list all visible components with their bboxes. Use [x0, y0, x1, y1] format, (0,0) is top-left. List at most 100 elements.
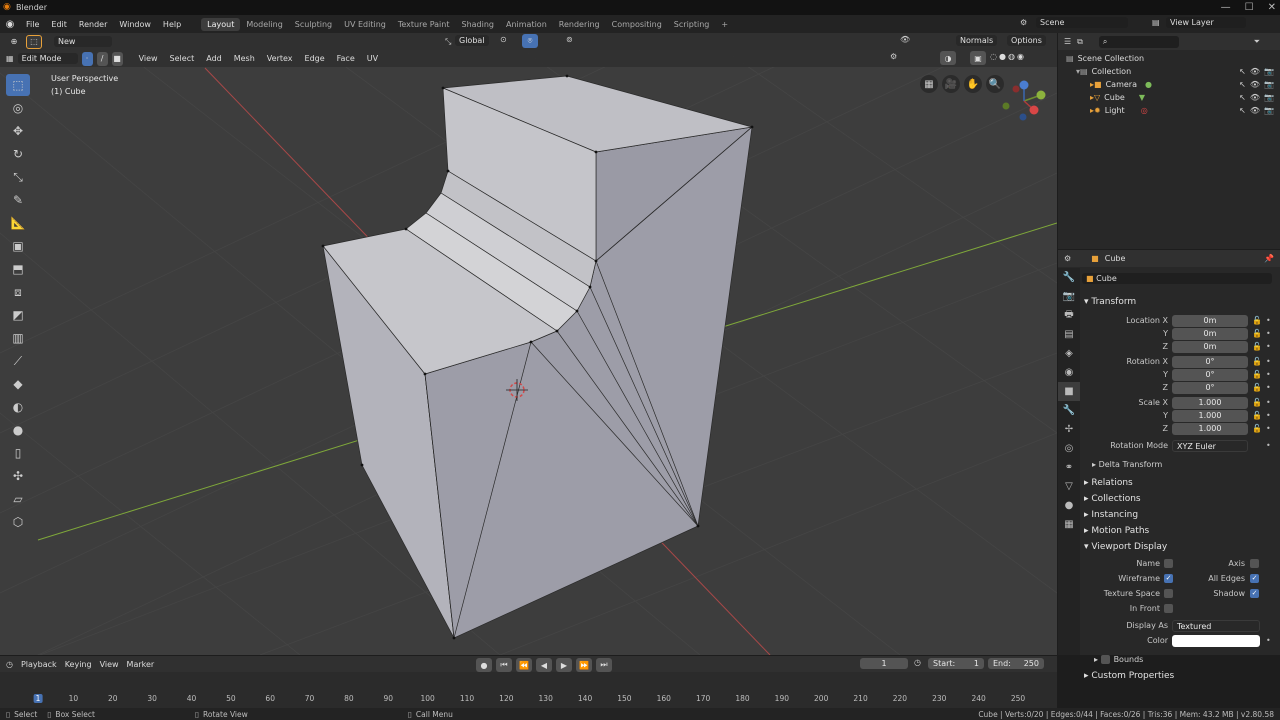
menu-select[interactable]: Select — [166, 54, 199, 63]
tab-shading[interactable]: Shading — [455, 18, 500, 31]
outliner-editor-icon[interactable]: ☰ — [1064, 37, 1071, 46]
view-object-types-icon[interactable]: ⚙ — [890, 52, 897, 61]
lock-icon[interactable]: 🔓 — [1252, 316, 1262, 325]
camera-view-icon[interactable]: 🎥 — [942, 75, 960, 93]
camera-render-icon[interactable]: 📷 — [1264, 93, 1274, 102]
add-workspace-icon[interactable]: + — [715, 18, 734, 31]
camera-render-icon[interactable]: 📷 — [1264, 80, 1274, 89]
scale-x-field[interactable]: 1.000 — [1172, 396, 1248, 409]
new-dropdown[interactable]: New — [54, 36, 112, 47]
scale-z-field[interactable]: 1.000 — [1172, 422, 1248, 435]
prev-keyframe-icon[interactable]: ⏪ — [516, 658, 532, 672]
menu-vertex[interactable]: Vertex — [263, 54, 297, 63]
texture-tab-icon[interactable]: ▦ — [1058, 515, 1080, 534]
edge-select-icon[interactable]: / — [96, 51, 108, 66]
play-icon[interactable]: ▶ — [556, 658, 572, 672]
menu-timeline-view[interactable]: View — [100, 660, 119, 669]
edge-slide-tool-icon[interactable]: ▯ — [6, 442, 30, 464]
vertex-select-icon[interactable]: · — [81, 51, 93, 66]
wireframe-checkbox[interactable]: ✓ — [1164, 574, 1173, 583]
eye-icon[interactable]: 👁 — [1250, 80, 1260, 89]
current-frame-field[interactable]: 1 — [860, 658, 908, 669]
shading-modes-icon[interactable]: ◌●◍◉ — [990, 52, 1026, 61]
next-keyframe-icon[interactable]: ⏩ — [576, 658, 592, 672]
menu-face[interactable]: Face — [333, 54, 359, 63]
properties-editor-icon[interactable]: ⚙ — [1064, 254, 1071, 263]
editor-type-icon[interactable]: ⊕ — [6, 35, 22, 49]
menu-help[interactable]: Help — [157, 20, 187, 29]
texture-space-checkbox[interactable] — [1164, 589, 1173, 598]
tab-modeling[interactable]: Modeling — [240, 18, 288, 31]
modifier-tab-icon[interactable]: 🔧 — [1058, 401, 1080, 420]
menu-render[interactable]: Render — [73, 20, 113, 29]
color-swatch[interactable] — [1172, 634, 1260, 647]
menu-keying[interactable]: Keying — [65, 660, 92, 669]
render-tab-icon[interactable]: 📷 — [1058, 287, 1080, 306]
object-tab-icon[interactable]: ■ — [1058, 382, 1080, 401]
constraints-tab-icon[interactable]: ⚭ — [1058, 458, 1080, 477]
face-select-icon[interactable]: ■ — [111, 51, 123, 66]
options-dropdown[interactable]: Options — [1007, 35, 1046, 46]
scene-field[interactable]: Scene — [1036, 17, 1128, 28]
menu-playback[interactable]: Playback — [21, 660, 57, 669]
grid-view-icon[interactable]: ▦ — [920, 75, 938, 93]
cursor-tool-icon[interactable]: ◎ — [6, 97, 30, 119]
world-tab-icon[interactable]: ◉ — [1058, 363, 1080, 382]
select-arrow-icon[interactable]: ↖ — [1239, 80, 1246, 89]
transform-header[interactable]: ▾ Transform — [1082, 294, 1278, 310]
eye-icon[interactable]: 👁 — [1250, 67, 1260, 76]
rotation-z-field[interactable]: 0° — [1172, 381, 1248, 394]
play-reverse-icon[interactable]: ◀ — [536, 658, 552, 672]
outliner-item-light[interactable]: ▸✹ Light ◎ ↖ 👁 📷 — [1058, 104, 1280, 117]
rotation-mode-dropdown[interactable]: XYZ Euler — [1172, 439, 1248, 452]
scale-tool-icon[interactable]: ⤡ — [6, 166, 30, 188]
axis-checkbox[interactable] — [1250, 559, 1259, 568]
mode-dropdown[interactable]: Edit Mode — [17, 53, 78, 64]
smooth-tool-icon[interactable]: ● — [6, 419, 30, 441]
pivot-icon[interactable]: ⊙ — [500, 35, 507, 44]
outliner-item-cube[interactable]: ▸▽ Cube ▼ ↖ 👁 📷 — [1058, 91, 1280, 104]
tool-tab-icon[interactable]: 🔧 — [1058, 268, 1080, 287]
data-tab-icon[interactable]: ▽ — [1058, 477, 1080, 496]
location-y-field[interactable]: 0m — [1172, 327, 1248, 340]
active-tool-icon[interactable]: ⬚ — [26, 34, 42, 49]
pin-icon[interactable]: 📌 — [1264, 254, 1274, 263]
3d-viewport[interactable]: ⬚ ◎ ✥ ↻ ⤡ ✎ 📐 ▣ ⬒ ⧈ ◩ ▥ ⟋ ◆ ◐ ● ▯ ✣ ▱ ⬡ … — [0, 33, 1057, 655]
select-arrow-icon[interactable]: ↖ — [1239, 106, 1246, 115]
start-frame-field[interactable]: Start: 1 — [928, 658, 984, 669]
overlays-icon[interactable]: ◑ — [940, 51, 956, 65]
tab-compositing[interactable]: Compositing — [606, 18, 668, 31]
bounds-checkbox[interactable] — [1100, 655, 1110, 664]
lock-icon[interactable]: 🔓 — [1252, 398, 1262, 407]
visibility-icon[interactable]: 👁 — [900, 35, 910, 44]
rip-region-tool-icon[interactable]: ⬡ — [6, 511, 30, 533]
delta-transform-header[interactable]: ▸ Delta Transform — [1082, 458, 1278, 471]
select-arrow-icon[interactable]: ↖ — [1239, 93, 1246, 102]
lock-icon[interactable]: 🔓 — [1252, 329, 1262, 338]
tab-animation[interactable]: Animation — [500, 18, 553, 31]
maximize-button[interactable]: ☐ — [1245, 0, 1254, 15]
all-edges-checkbox[interactable]: ✓ — [1250, 574, 1259, 583]
frame-ruler[interactable]: 1 10 20 30 40 50 60 70 80 90 100 110 120 130 140 150 160… — [0, 692, 1057, 708]
lock-icon[interactable]: 🔓 — [1252, 411, 1262, 420]
lock-icon[interactable]: 🔓 — [1252, 357, 1262, 366]
material-tab-icon[interactable]: ● — [1058, 496, 1080, 515]
move-tool-icon[interactable]: ✥ — [6, 120, 30, 142]
display-as-dropdown[interactable]: Textured — [1172, 619, 1260, 632]
tab-scripting[interactable]: Scripting — [668, 18, 716, 31]
output-tab-icon[interactable]: 🖶 — [1058, 306, 1080, 325]
menu-edit[interactable]: Edit — [45, 20, 73, 29]
outliner-item-camera[interactable]: ▸■ Camera ● ↖ 👁 📷 — [1058, 78, 1280, 91]
pan-hand-icon[interactable]: ✋ — [964, 75, 982, 93]
object-name-field[interactable]: ■ Cube — [1082, 273, 1272, 284]
tab-rendering[interactable]: Rendering — [553, 18, 606, 31]
motion-paths-header[interactable]: ▸ Motion Paths — [1082, 523, 1278, 539]
view-layer-icon[interactable]: ▤ — [1152, 18, 1160, 27]
lock-icon[interactable]: 🔓 — [1252, 424, 1262, 433]
location-x-field[interactable]: 0m — [1172, 314, 1248, 327]
tab-texture-paint[interactable]: Texture Paint — [392, 18, 456, 31]
tab-layout[interactable]: Layout — [201, 17, 241, 31]
jump-end-icon[interactable]: ⏭ — [596, 658, 612, 672]
end-frame-field[interactable]: End: 250 — [988, 658, 1044, 669]
display-mode-icon[interactable]: ⧉ — [1077, 37, 1083, 47]
